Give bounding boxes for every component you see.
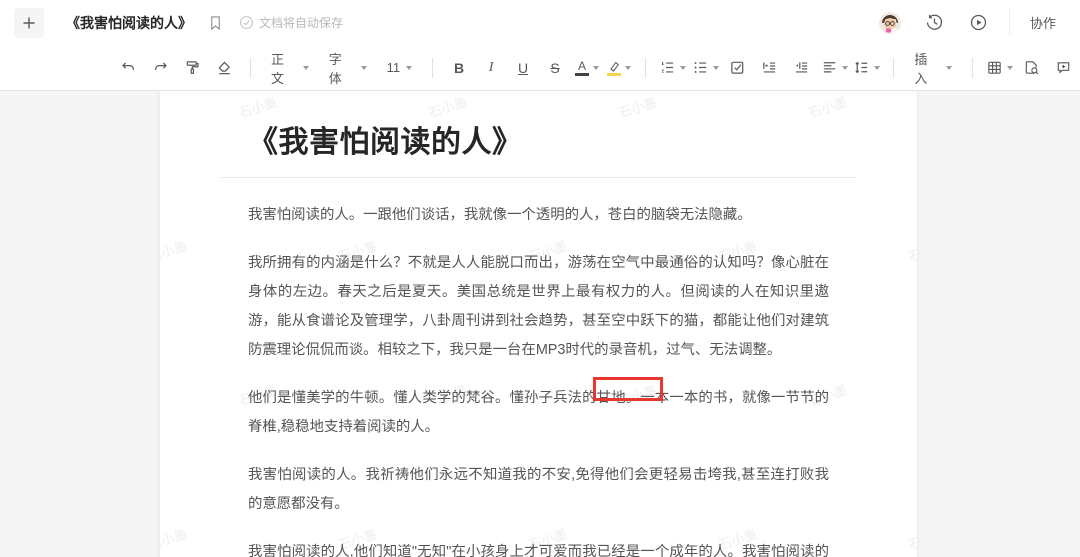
document-heading[interactable]: 《我害怕阅读的人》 xyxy=(248,117,829,161)
ordered-list-icon xyxy=(659,59,676,76)
red-annotation-box xyxy=(593,377,663,401)
bold-button[interactable]: B xyxy=(446,55,472,81)
strikethrough-button[interactable]: S xyxy=(542,55,568,81)
autosave-status: 文档将自动保存 xyxy=(239,14,343,31)
doc-paragraph[interactable]: 我害怕阅读的人。一跟他们谈话，我就像一个透明的人，苍白的脑袋无法隐藏。 xyxy=(248,201,829,230)
format-toolbar: 正文 字体 11 B I U S A xyxy=(0,45,1080,91)
font-size-dropdown[interactable]: 11 xyxy=(379,55,421,81)
find-replace-button[interactable] xyxy=(1019,55,1045,81)
highlighter-icon xyxy=(607,60,621,76)
font-color-icon: A xyxy=(575,60,589,76)
toolbar-divider xyxy=(645,58,646,78)
underline-label: U xyxy=(518,60,528,76)
line-spacing-button[interactable] xyxy=(854,55,881,81)
bold-label: B xyxy=(454,60,464,76)
redo-button[interactable] xyxy=(147,55,173,81)
chevron-down-icon xyxy=(625,66,631,70)
align-button[interactable] xyxy=(821,55,848,81)
bullet-list-button[interactable] xyxy=(692,55,719,81)
doc-paragraph[interactable]: 他们是懂美学的牛顿。懂人类学的梵谷。懂孙子兵法的甘地。一本一本的书，就像一节节的… xyxy=(248,384,829,442)
find-replace-icon xyxy=(1023,59,1040,76)
redo-icon xyxy=(152,59,169,76)
eraser-icon xyxy=(216,59,233,76)
ordered-list-button[interactable] xyxy=(659,55,686,81)
line-spacing-icon xyxy=(853,59,870,76)
document-heading-block: 《我害怕阅读的人》 xyxy=(220,91,857,178)
toolbar-divider xyxy=(893,58,894,78)
highlight-color-button[interactable] xyxy=(606,55,632,81)
plus-icon xyxy=(21,15,37,31)
comment-plus-icon xyxy=(1055,59,1072,76)
toolbar-divider xyxy=(432,58,433,78)
chevron-down-icon xyxy=(406,66,412,70)
doc-paragraph[interactable]: 我害怕阅读的人,他们知道"无知"在小孩身上才可爱而我已经是一个成年的人。我害怕阅… xyxy=(248,538,829,557)
font-family-dropdown[interactable]: 字体 xyxy=(321,55,375,81)
document-content[interactable]: 《我害怕阅读的人》 我害怕阅读的人。一跟他们谈话，我就像一个透明的人，苍白的脑袋… xyxy=(160,91,917,557)
bookmark-icon[interactable] xyxy=(208,15,223,31)
history-button[interactable] xyxy=(921,9,949,37)
format-painter-button[interactable] xyxy=(179,55,205,81)
insert-label: 插入 xyxy=(914,49,940,87)
chevron-down-icon xyxy=(680,66,686,70)
undo-icon xyxy=(120,59,137,76)
insert-table-button[interactable] xyxy=(986,55,1013,81)
chevron-down-icon xyxy=(842,66,848,70)
topbar: 《我害怕阅读的人》 文档将自动保存 xyxy=(0,0,1080,45)
italic-label: I xyxy=(489,60,494,76)
document-body[interactable]: 我害怕阅读的人。一跟他们谈话，我就像一个透明的人，苍白的脑袋无法隐藏。 我所拥有… xyxy=(248,201,829,557)
doc-paragraph[interactable]: 我害怕阅读的人。我祈祷他们永远不知道我的不安,免得他们会更轻易击垮我,甚至连打败… xyxy=(248,461,829,519)
align-left-icon xyxy=(821,59,838,76)
document-title[interactable]: 《我害怕阅读的人》 xyxy=(66,13,192,33)
paragraph-style-dropdown[interactable]: 正文 xyxy=(263,55,317,81)
history-clock-icon xyxy=(925,13,944,32)
present-button[interactable] xyxy=(965,9,993,37)
doc-paragraph[interactable]: 我所拥有的内涵是什么？不就是人人能脱口而出，游荡在空气中最通俗的认知吗？像心脏在… xyxy=(248,249,829,365)
chevron-down-icon xyxy=(361,66,367,70)
italic-button[interactable]: I xyxy=(478,55,504,81)
toolbar-divider xyxy=(972,58,973,78)
comment-button[interactable] xyxy=(1051,55,1077,81)
bullet-list-icon xyxy=(692,59,709,76)
paragraph-style-value: 正文 xyxy=(271,49,297,87)
indent-increase-button[interactable] xyxy=(757,55,783,81)
new-document-button[interactable] xyxy=(14,8,44,38)
autosave-label: 文档将自动保存 xyxy=(259,14,343,31)
underline-button[interactable]: U xyxy=(510,55,536,81)
indent-decrease-button[interactable] xyxy=(789,55,815,81)
toolbar-divider xyxy=(250,58,251,78)
avatar[interactable] xyxy=(879,12,901,34)
task-list-button[interactable] xyxy=(725,55,751,81)
font-size-value: 11 xyxy=(387,60,401,75)
chevron-down-icon xyxy=(593,66,599,70)
clear-format-button[interactable] xyxy=(211,55,237,81)
font-family-value: 字体 xyxy=(329,49,355,87)
chevron-down-icon xyxy=(946,66,952,70)
chevron-down-icon xyxy=(713,66,719,70)
table-icon xyxy=(986,59,1003,76)
strikethrough-label: S xyxy=(550,60,559,76)
font-color-button[interactable]: A xyxy=(574,55,600,81)
check-circle-icon xyxy=(239,15,254,30)
chevron-down-icon xyxy=(874,66,880,70)
insert-dropdown[interactable]: 插入 xyxy=(906,55,960,81)
indent-increase-icon xyxy=(761,59,778,76)
editor-background: 石小墨 石小墨 石小墨 石小墨 石小墨 石小墨 石小墨 石小墨 石小墨 石小墨 … xyxy=(0,91,1080,557)
document-page[interactable]: 石小墨 石小墨 石小墨 石小墨 石小墨 石小墨 石小墨 石小墨 石小墨 石小墨 … xyxy=(160,91,917,557)
chevron-down-icon xyxy=(303,66,309,70)
indent-decrease-icon xyxy=(793,59,810,76)
format-painter-icon xyxy=(184,59,201,76)
play-circle-icon xyxy=(969,13,988,32)
undo-button[interactable] xyxy=(115,55,141,81)
collaborate-button[interactable]: 协作 xyxy=(1009,9,1066,36)
checkbox-icon xyxy=(729,59,746,76)
chevron-down-icon xyxy=(1007,66,1013,70)
